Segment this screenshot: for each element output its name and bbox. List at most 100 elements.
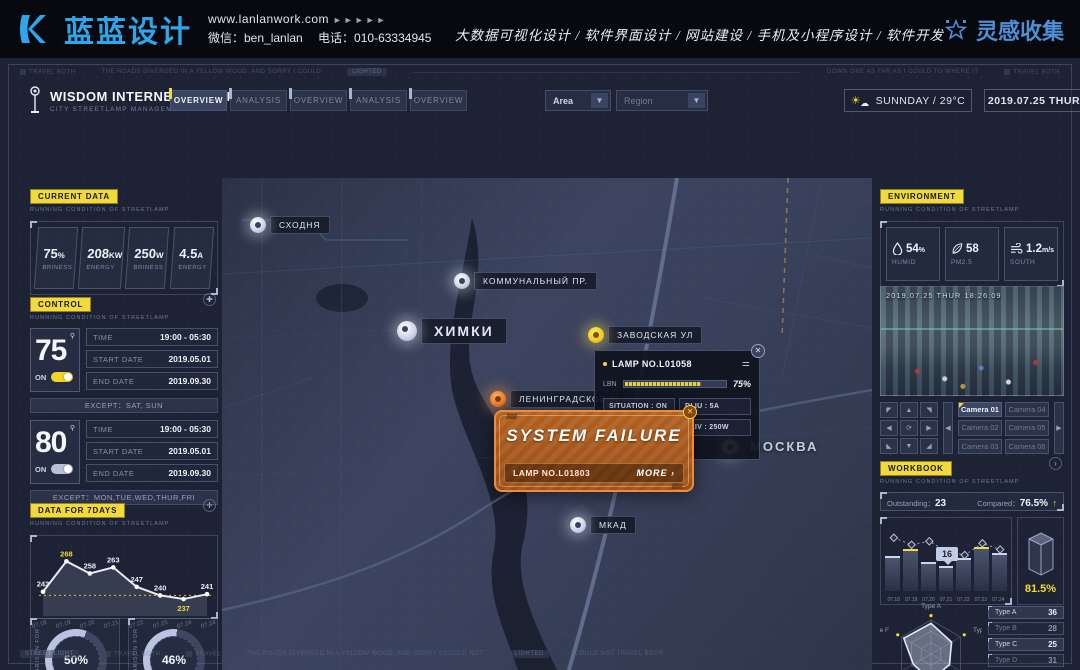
pan-up-right-button[interactable]: ◥	[920, 402, 938, 418]
lanlan-logo-icon	[16, 9, 56, 49]
workbook-bar-chart: 16 07.1807.19 07.2007.21 07.2207.23 07.2…	[880, 517, 1012, 605]
chevron-right-button[interactable]: ›	[1049, 457, 1062, 470]
control-group-2: ⚲ 80 ON TIME19:00 - 05:30 START DATE2019…	[30, 420, 218, 484]
humidity-icon	[892, 242, 903, 255]
city-map[interactable]: СХОДНЯ КОММУНАЛЬНЫЙ ПР. ХИМКИ ЗАВОДСКАЯ …	[222, 178, 872, 670]
gauge-2: COMPARISON FOR 46%	[128, 618, 218, 670]
camera-05-button[interactable]: Camera 05	[1005, 420, 1049, 435]
checkbox-icon	[186, 651, 192, 657]
arrows-decoration: ►►►►►	[333, 15, 388, 25]
checkbox-icon	[105, 651, 111, 657]
time-row[interactable]: TIME19:00 - 05:30	[86, 420, 218, 438]
chevron-down-icon: ▼	[688, 93, 705, 108]
start-date-row[interactable]: START DATE2019.05.01	[86, 350, 218, 368]
pan-up-button[interactable]: ▲	[900, 402, 918, 418]
brightness-level-box: ⚲ 80 ON	[30, 420, 80, 484]
site-header: 蓝蓝设计 www.lanlanwork.com ►►►►► 微信：ben_lan…	[0, 0, 1080, 58]
power-toggle[interactable]	[51, 464, 73, 474]
hazard-stripes: ///////////	[506, 414, 516, 421]
comparison-gauges: COMPARISON FOR 50% COMPARISON FOR 46%	[30, 618, 218, 670]
reset-view-button[interactable]: ⟳	[900, 420, 918, 436]
panel-subtitle: RUNNING CONDITION OF STREETLAMP	[880, 479, 1064, 485]
panel-label: ENVIRONMENT	[880, 189, 964, 204]
camera-next-button[interactable]: ▶	[1054, 402, 1064, 454]
dashboard: TRAVEL BOTH THE ROADS DIVERGED IN A YELL…	[0, 58, 1080, 670]
add-button[interactable]: ✚	[203, 293, 216, 306]
tab-overview-2[interactable]: OVERVIEW	[290, 90, 347, 111]
camera-timestamp: 2019.07.25 THUR 18:26:09	[886, 291, 1002, 300]
stat-briness-w: 250W BRINESS	[125, 227, 170, 289]
type-radar-panel: Type AType BType CType DType EType F Typ…	[880, 600, 1064, 670]
outstanding-value: 23	[935, 498, 946, 509]
end-date-row[interactable]: END DATE2019.09.30	[86, 372, 218, 390]
panel-label: DATA FOR 7DAYS	[30, 503, 125, 518]
tab-analysis-1[interactable]: ANALYSIS	[230, 90, 287, 111]
camera-prev-button[interactable]: ◀	[943, 402, 953, 454]
camera-02-button[interactable]: Camera 02	[958, 420, 1002, 435]
inspiration-link[interactable]: 灵感收集	[944, 14, 1064, 46]
close-icon[interactable]: ✕	[683, 405, 697, 419]
tab-overview-3[interactable]: OVERVIEW	[410, 90, 467, 111]
refresh-button[interactable]: ✛	[203, 499, 216, 512]
progress-fill	[625, 382, 702, 386]
contact-line: 微信：ben_lanlan 电话：010-63334945	[208, 29, 431, 48]
lamp-pin-icon	[250, 217, 266, 233]
type-row-b[interactable]: Type B28	[988, 622, 1064, 635]
camera-04-button[interactable]: Camera 04	[1005, 402, 1049, 417]
end-date-row[interactable]: END DATE2019.09.30	[86, 464, 218, 482]
map-pin-khimki[interactable]: ХИМКИ	[397, 318, 507, 344]
pan-down-right-button[interactable]: ◢	[920, 438, 938, 454]
svg-text:237: 237	[177, 604, 190, 613]
power-toggle[interactable]	[51, 372, 73, 382]
star-icon	[944, 18, 968, 42]
pan-up-left-button[interactable]: ◤	[880, 402, 898, 418]
control-panel: CONTROL ✚ RUNNING CONDITION OF STREETLAM…	[30, 294, 218, 505]
svg-text:Type F: Type F	[880, 627, 889, 634]
map-pin-mkad[interactable]: МКАД	[570, 516, 636, 534]
map-pin-kommunalny[interactable]: КОММУНАЛЬНЫЙ ПР.	[454, 272, 597, 290]
camera-dpad: ◤ ▲ ◥ ◀ ⟳ ▶ ◣ ▼ ◢	[880, 402, 938, 454]
time-row[interactable]: TIME19:00 - 05:30	[86, 328, 218, 346]
topbar: WISDOM INTERNET OF LAMP CITY STREETLAMP …	[22, 86, 1058, 120]
tab-analysis-2[interactable]: ANALYSIS	[350, 90, 407, 111]
type-row-a[interactable]: Type A36	[988, 606, 1064, 619]
stat-energy-kw: 208KW ENERGY	[78, 227, 125, 289]
panel-label: CURRENT DATA	[30, 189, 118, 204]
start-date-row[interactable]: START DATE2019.05.01	[86, 442, 218, 460]
wind-icon	[1010, 243, 1023, 254]
stat-energy-a: 4.5A ENERGY	[170, 227, 215, 289]
svg-text:258: 258	[84, 561, 97, 570]
week-line-chart: 243268258263247240237241	[30, 535, 218, 619]
close-icon[interactable]: ✕	[751, 344, 765, 358]
more-button[interactable]: MORE ›	[637, 468, 676, 478]
tab-bar: OVERVIEW ANALYSIS OVERVIEW ANALYSIS OVER…	[170, 90, 467, 111]
stat-wind: 1.2m/s SOUTH	[1004, 227, 1058, 281]
camera-01-button[interactable]: Camera 01	[958, 402, 1002, 417]
panel-subtitle: RUNNING CONDITION OF STREETLAMP	[30, 315, 218, 321]
compared-value: 76.5%	[1020, 498, 1048, 509]
map-pin-zavodskaya[interactable]: ЗАВОДСКАЯ УЛ	[588, 326, 702, 344]
radar-chart: Type AType BType CType DType EType F	[880, 600, 982, 670]
sliders-icon[interactable]: ⚌	[742, 358, 751, 369]
region-select[interactable]: Region ▼	[616, 90, 708, 111]
type-list: Type A36 Type B28 Type C25 Type D31 Type…	[988, 606, 1064, 670]
website-link[interactable]: www.lanlanwork.com	[208, 12, 329, 26]
control-group-1: ⚲ 75 ON TIME19:00 - 05:30 START DATE2019…	[30, 328, 218, 392]
tab-overview-1[interactable]: OVERVIEW	[170, 90, 227, 111]
camera-06-button[interactable]: Camera 06	[1005, 439, 1049, 454]
map-pin-shodnya[interactable]: СХОДНЯ	[250, 216, 330, 234]
system-failure-popup: ✕ /////////// SYSTEM FAILURE LAMP NO.L01…	[494, 410, 694, 492]
current-data-panel: CURRENT DATA RUNNING CONDITION OF STREET…	[30, 186, 218, 295]
streetlamp-dashboard: 蓝蓝设计 www.lanlanwork.com ►►►►► 微信：ben_lan…	[0, 0, 1080, 670]
bar-tooltip: 16	[936, 547, 958, 561]
pan-down-left-button[interactable]: ◣	[880, 438, 898, 454]
lamp-pin-icon	[490, 391, 506, 407]
checkbox-icon	[1004, 69, 1010, 75]
area-select[interactable]: Area ▼	[545, 90, 611, 111]
brand-name: 蓝蓝设计	[64, 7, 192, 51]
pan-right-button[interactable]: ▶	[920, 420, 938, 436]
pan-left-button[interactable]: ◀	[880, 420, 898, 436]
camera-03-button[interactable]: Camera 03	[958, 439, 1002, 454]
pan-down-button[interactable]: ▼	[900, 438, 918, 454]
lamp-pin-icon	[570, 517, 586, 533]
